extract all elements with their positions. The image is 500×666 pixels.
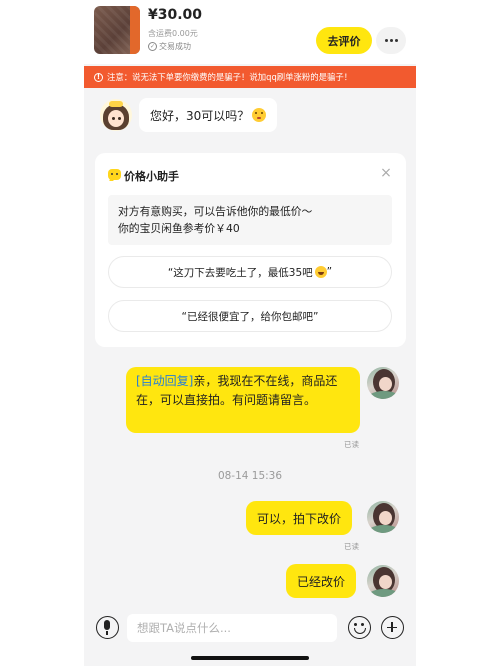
quick-reply-option-1[interactable]: “这刀下去要吃土了，最低35吧 ” [108, 256, 392, 288]
seller-avatar[interactable] [367, 367, 399, 399]
emoji-icon[interactable] [348, 616, 371, 639]
close-icon[interactable]: × [376, 163, 396, 183]
quick-reply-option-2[interactable]: “已经很便宜了，给你包邮吧” [108, 300, 392, 332]
order-header: ¥30.00 含运费0.00元 ✓ 交易成功 去评价 [84, 0, 416, 64]
read-receipt: 已读 [344, 542, 359, 551]
seller-reply-2-text: 已经改价 [297, 574, 346, 589]
check-circle-icon: ✓ [148, 42, 157, 51]
read-receipt: 已读 [344, 440, 359, 449]
shipping-fee: 含运费0.00元 [148, 29, 198, 38]
input-bar [84, 606, 416, 652]
more-options-button[interactable] [376, 27, 406, 54]
deal-status-label: 交易成功 [159, 42, 191, 51]
message-input[interactable] [127, 614, 337, 642]
buyer-message[interactable]: 您好，30可以吗？ [139, 98, 278, 132]
seller-reply-1-text: 可以，拍下改价 [257, 511, 342, 526]
warning-text: 注意：说无法下单要你缴费的是骗子！说加qq刷单涨粉的是骗子！ [107, 72, 353, 82]
home-indicator [191, 656, 309, 660]
seller-avatar[interactable] [367, 501, 399, 533]
message-timestamp: 08-14 15:36 [217, 470, 283, 482]
seller-reply-2[interactable]: 已经改价 [286, 564, 357, 598]
quick-reply-2-text: “已经很便宜了，给你包邮吧” [181, 310, 319, 323]
quick-reply-1-text: “这刀下去要吃土了，最低35吧 [167, 266, 313, 279]
chat-screen: ¥30.00 含运费0.00元 ✓ 交易成功 去评价 ! 注意：说无法下单要你缴… [84, 0, 416, 666]
scam-warning-banner: ! 注意：说无法下单要你缴费的是骗子！说加qq刷单涨粉的是骗子！ [84, 66, 416, 88]
seller-reply-1[interactable]: 可以，拍下改价 [246, 501, 353, 535]
product-price: ¥30.00 [148, 7, 203, 23]
assistant-title: 价格小助手 [124, 170, 179, 183]
quick-reply-1-quote: ” [326, 266, 333, 278]
plus-icon[interactable] [381, 616, 404, 639]
buyer-avatar[interactable] [100, 99, 132, 131]
assistant-info: 对方有意购买，可以告诉他你的最低价～ 你的宝贝闲鱼参考价￥40 [108, 195, 392, 245]
buyer-message-text: 您好，30可以吗？ [150, 108, 250, 123]
chat-bubble-icon [108, 169, 121, 180]
auto-reply-tag: [自动回复] [136, 374, 194, 388]
review-button[interactable]: 去评价 [316, 27, 372, 54]
price-assistant-card: 价格小助手 × 对方有意购买，可以告诉他你的最低价～ 你的宝贝闲鱼参考价￥40 … [95, 153, 406, 347]
more-dots-icon [384, 39, 388, 42]
product-thumbnail[interactable] [94, 6, 140, 54]
auto-reply-message[interactable]: [自动回复]亲，我现在不在线，商品还在，可以直接拍。有问题请留言。 [126, 367, 360, 433]
seller-avatar[interactable] [367, 565, 399, 597]
deal-status: ✓ 交易成功 [148, 41, 191, 52]
flushed-face-icon [252, 108, 267, 122]
alert-icon: ! [94, 72, 103, 82]
grinning-face-icon [314, 266, 327, 278]
assistant-info-line2: 你的宝贝闲鱼参考价￥40 [118, 222, 240, 235]
assistant-info-line1: 对方有意购买，可以告诉他你的最低价～ [118, 205, 313, 218]
voice-input-icon[interactable] [96, 616, 119, 639]
